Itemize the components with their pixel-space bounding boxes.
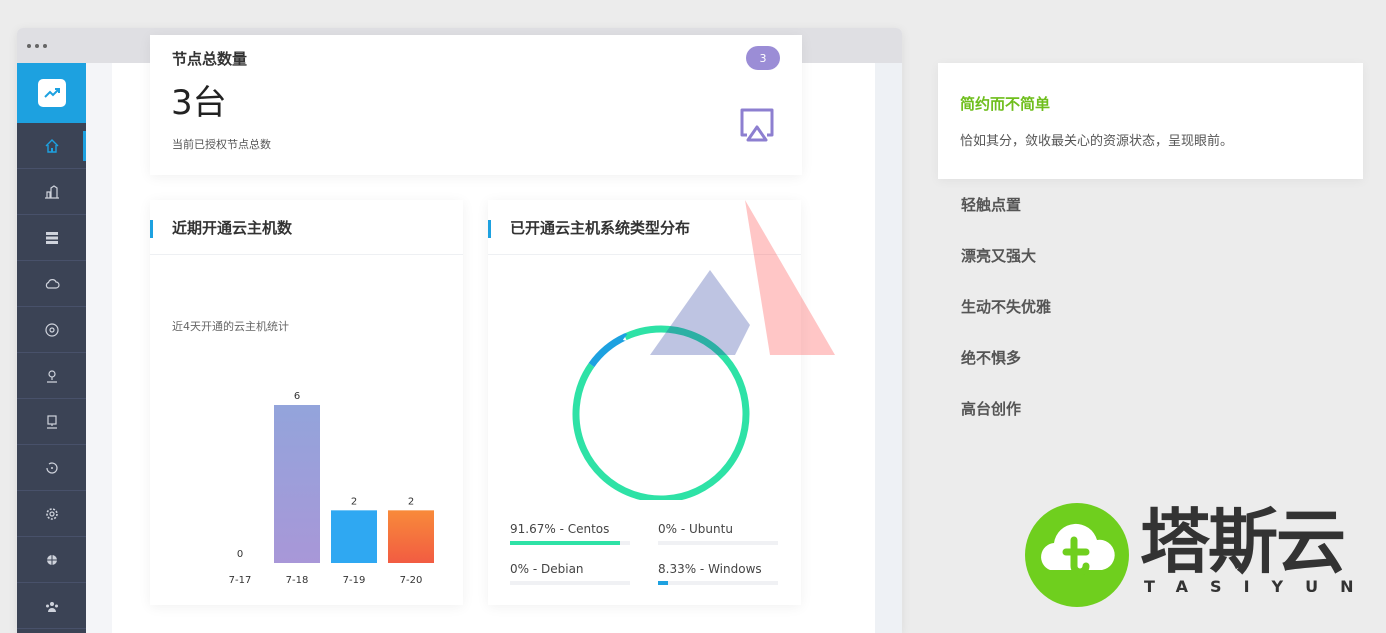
building-icon: [44, 184, 59, 199]
legend-bar: [658, 581, 668, 585]
sidebar-item-monitor[interactable]: [17, 399, 86, 445]
disk-icon: [44, 322, 59, 337]
globe-icon: [46, 554, 57, 565]
sidebar-item-home[interactable]: [17, 123, 86, 169]
trend-icon: [37, 79, 66, 107]
sidebar-item-location[interactable]: [17, 353, 86, 399]
feature-active-desc: 恰如其分，敛收最关心的资源状态，呈现眼前。: [960, 134, 1234, 149]
group-icon: [45, 601, 58, 612]
cloud-icon: [45, 278, 60, 289]
feature-item[interactable]: 生动不失优雅: [938, 281, 1363, 332]
x-tick-label: 7-20: [400, 575, 423, 586]
sidebar-item-cloud[interactable]: [17, 261, 86, 307]
bar-value-label: 2: [351, 496, 357, 507]
feature-active-title: 简约而不简单: [960, 95, 1051, 113]
window-dot[interactable]: [27, 43, 31, 48]
location-icon: [46, 369, 57, 383]
sidebar-item-globe[interactable]: [17, 537, 86, 583]
sidebar-item-disk[interactable]: [17, 307, 86, 353]
brand-sub: TASIYUN: [1144, 577, 1376, 596]
sidebar-item-group[interactable]: [17, 583, 86, 629]
bar-7-20[interactable]: [388, 510, 434, 563]
donut-chart: [548, 301, 774, 500]
server-icon: [45, 231, 58, 244]
monitor-icon: [46, 414, 57, 429]
feature-panel: 简约而不简单 恰如其分，敛收最关心的资源状态，呈现眼前。 轻触点置 漂亮又强大 …: [938, 63, 1363, 434]
feature-item[interactable]: 漂亮又强大: [938, 230, 1363, 281]
node-card-subtitle: 当前已授权节点总数: [172, 138, 271, 151]
feature-item-active[interactable]: 简约而不简单 恰如其分，敛收最关心的资源状态，呈现眼前。: [938, 63, 1363, 179]
bar-value-label: 0: [237, 549, 243, 560]
os-distribution-card: 已开通云主机系统类型分布 91.67% - Centos 0% - Ubuntu…: [488, 200, 801, 605]
legend-label: 0% - Debian: [510, 562, 584, 576]
window-dot[interactable]: [43, 43, 47, 48]
x-tick-label: 7-19: [343, 575, 366, 586]
sidebar-item-building[interactable]: [17, 169, 86, 215]
bar-7-19[interactable]: [331, 510, 377, 563]
node-count-card: 节点总数量 3台 当前已授权节点总数 3: [150, 35, 802, 175]
brand-cloud-icon: [1025, 503, 1129, 607]
feature-item[interactable]: 高台创作: [938, 383, 1363, 434]
legend-label: 8.33% - Windows: [658, 562, 762, 576]
legend-item: 0% - Debian: [510, 562, 630, 585]
feature-item[interactable]: 轻触点置: [938, 179, 1363, 230]
x-tick-label: 7-17: [229, 575, 252, 586]
bar-value-label: 2: [408, 496, 414, 507]
recent-vm-card: 近期开通云主机数 近4天开通的云主机统计 0 7-17 6 7-18 2 7-19 2 7-2…: [150, 200, 463, 605]
legend-bar: [510, 541, 620, 545]
legend-item: 91.67% - Centos: [510, 522, 630, 545]
legend-item: 8.33% - Windows: [658, 562, 778, 585]
brand-logo: 塔斯云 TASIYUN: [1022, 500, 1354, 610]
home-icon: [45, 138, 58, 153]
sidebar-item-server[interactable]: [17, 215, 86, 261]
legend-label: 0% - Ubuntu: [658, 522, 733, 536]
backup-icon: [45, 461, 58, 474]
bar-value-label: 6: [294, 391, 300, 402]
brand-name: 塔斯云: [1140, 501, 1346, 583]
scroll-area[interactable]: [875, 63, 902, 633]
x-tick-label: 7-18: [286, 575, 309, 586]
legend-label: 91.67% - Centos: [510, 522, 610, 536]
bar-chart: 0 7-17 6 7-18 2 7-19 2 7-20: [229, 391, 434, 586]
sidebar-item-backup[interactable]: [17, 445, 86, 491]
feature-item[interactable]: 绝不惧多: [938, 332, 1363, 383]
airplay-icon: [740, 108, 774, 142]
node-count-badge: 3: [746, 46, 780, 70]
sidebar: [17, 63, 86, 633]
sidebar-item-settings[interactable]: [17, 491, 86, 537]
app-logo[interactable]: [17, 63, 86, 123]
node-card-value: 3台: [171, 83, 227, 123]
donut-slice-centos[interactable]: [548, 301, 774, 500]
node-card-title: 节点总数量: [172, 50, 248, 68]
bar-7-18[interactable]: [274, 405, 320, 563]
legend-item: 0% - Ubuntu: [658, 522, 778, 545]
settings-icon: [45, 507, 58, 520]
window-dot[interactable]: [35, 43, 39, 48]
